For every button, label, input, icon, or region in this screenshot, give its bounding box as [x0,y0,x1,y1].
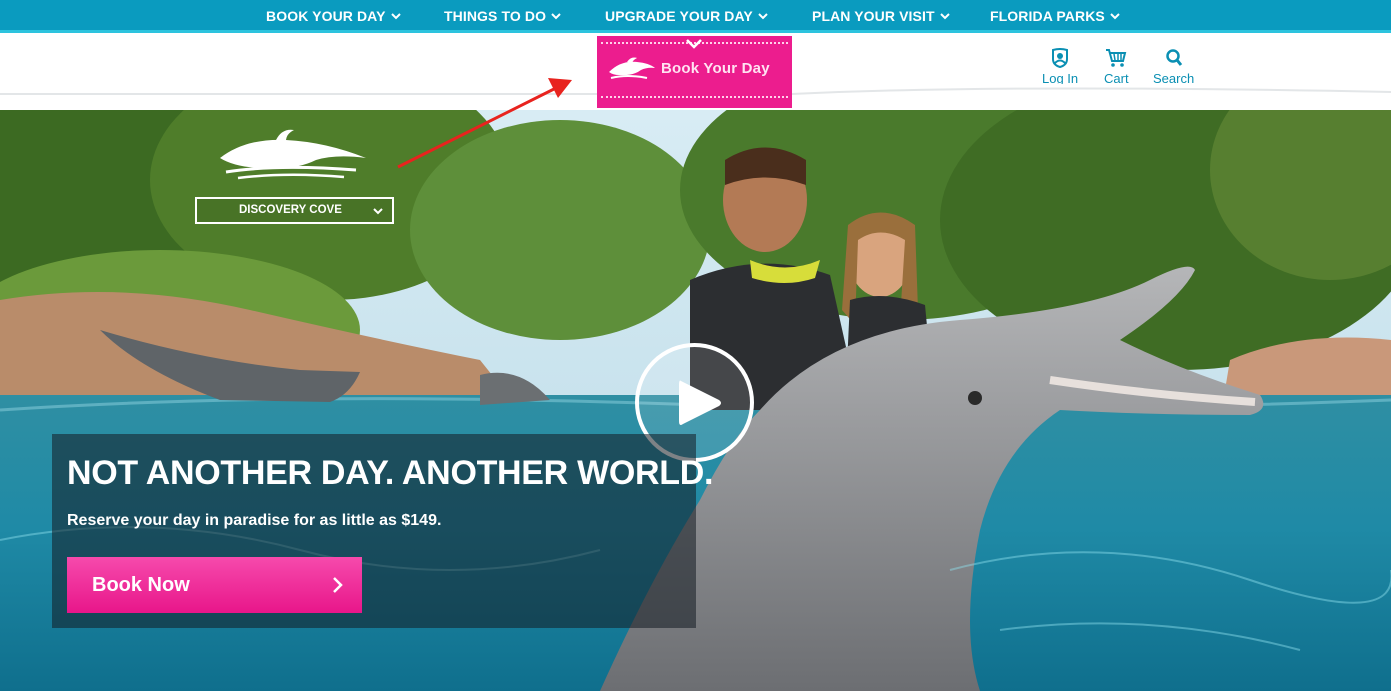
nav-things-to-do[interactable]: THINGS TO DO [444,0,562,33]
chevron-down-icon [1110,13,1120,20]
chevron-down-icon [390,13,401,20]
nav-book-your-day[interactable]: BOOK YOUR DAY [266,0,402,33]
book-your-day-ribbon[interactable]: Book Your Day [597,36,792,108]
cart-icon [1106,49,1127,67]
chevron-down-icon [939,13,950,20]
login-link[interactable]: Log In [1042,48,1078,86]
nav-florida-parks[interactable]: FLORIDA PARKS [990,0,1121,33]
nav-upgrade-your-day[interactable]: UPGRADE YOUR DAY [605,0,769,33]
cart-link[interactable]: Cart [1104,48,1129,86]
nav-label: BOOK YOUR DAY [266,8,386,24]
chevron-down-icon [686,39,702,49]
book-now-label: Book Now [92,574,190,596]
nav-plan-your-visit[interactable]: PLAN YOUR VISIT [812,0,951,33]
nav-label: PLAN YOUR VISIT [812,8,935,24]
hero-headline: NOT ANOTHER DAY. ANOTHER WORLD. [67,454,714,492]
chevron-down-icon [373,208,383,215]
play-icon [679,380,721,425]
top-navigation: BOOK YOUR DAY THINGS TO DO UPGRADE YOUR … [0,0,1391,33]
nav-label: FLORIDA PARKS [990,8,1105,24]
ribbon-label: Book Your Day [661,60,770,77]
hero-subtext: Reserve your day in paradise for as litt… [67,512,442,529]
park-selector-label: DISCOVERY COVE [239,204,342,216]
discovery-cove-logo[interactable] [216,128,372,183]
chevron-right-icon [333,577,343,593]
chevron-down-icon [758,13,768,20]
user-icon [1052,48,1069,68]
search-link[interactable]: Search [1153,48,1194,86]
nav-label: THINGS TO DO [444,8,547,24]
ribbon-stitch-bottom [601,96,788,98]
nav-label: UPGRADE YOUR DAY [605,8,753,24]
park-selector[interactable]: DISCOVERY COVE [195,197,394,224]
dolphin-logo-icon [609,57,655,79]
book-now-button[interactable]: Book Now [67,557,362,613]
search-icon [1165,49,1182,66]
hero-promo-panel: NOT ANOTHER DAY. ANOTHER WORLD. Reserve … [52,434,713,628]
chevron-down-icon [551,13,561,20]
